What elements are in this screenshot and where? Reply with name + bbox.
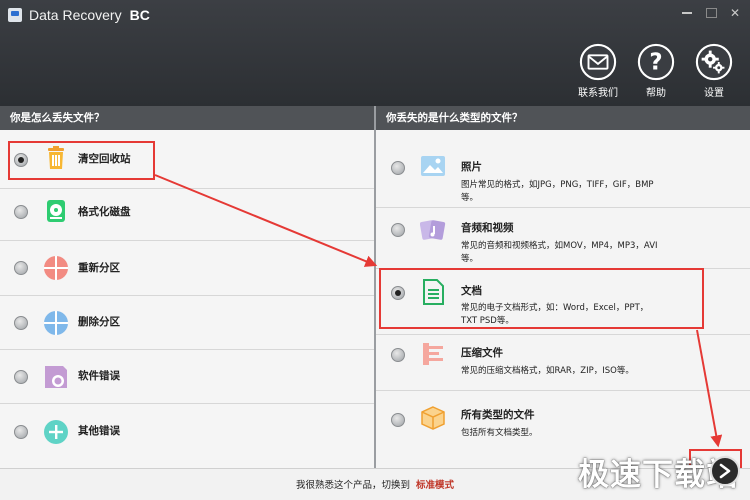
- option-description: 常见的音频和视频格式，如MOV，MP4，MP3，AVI 等。: [461, 241, 658, 264]
- separator: [0, 349, 374, 350]
- option-label: 照片: [461, 161, 482, 173]
- separator: [376, 390, 750, 391]
- app-title: Data Recovery: [29, 7, 122, 23]
- contact-us-button[interactable]: 联系我们: [576, 43, 620, 99]
- separator: [0, 240, 374, 241]
- settings-label: 设置: [704, 88, 724, 99]
- option-label: 格式化磁盘: [78, 206, 131, 218]
- radio-photo[interactable]: [391, 161, 405, 175]
- title-bar: Data Recovery BC: [8, 5, 150, 25]
- option-description: 图片常见的格式，如JPG，PNG，TIFF，GIF，BMP 等。: [461, 180, 654, 203]
- radio-audio-video[interactable]: [391, 223, 405, 237]
- right-section-header: 你丢失的是什么类型的文件？: [376, 106, 750, 130]
- option-description: 常见的压缩文档格式，如RAR，ZIP，ISO等。: [461, 366, 634, 376]
- maximize-icon: [705, 8, 717, 18]
- option-label: 所有类型的文件: [461, 409, 535, 421]
- left-section-header: 你是怎么丢失文件？: [0, 106, 374, 130]
- close-icon: ✕: [729, 6, 741, 20]
- delete-partition-icon: [44, 311, 68, 335]
- archive-icon: [423, 343, 443, 365]
- separator: [0, 295, 374, 296]
- radio-archive[interactable]: [391, 348, 405, 362]
- settings-button[interactable]: 设置: [692, 43, 736, 99]
- option-label: 压缩文件: [461, 347, 503, 359]
- separator: [376, 334, 750, 335]
- footer-text: 我很熟悉这个产品，切换到: [295, 480, 410, 491]
- standard-mode-link[interactable]: 标准模式: [416, 480, 454, 491]
- minimize-button[interactable]: [680, 7, 694, 19]
- window-controls: ✕: [680, 6, 742, 20]
- next-button[interactable]: [710, 456, 740, 486]
- maximize-button[interactable]: [704, 7, 718, 19]
- gear-icon: [695, 43, 733, 81]
- highlight-box: [8, 141, 155, 180]
- option-label: 音频和视频: [461, 222, 514, 234]
- radio-other-error[interactable]: [14, 425, 28, 439]
- separator: [0, 188, 374, 189]
- svg-text:?: ?: [649, 50, 662, 76]
- highlight-box: [379, 268, 704, 329]
- radio-all-types[interactable]: [391, 413, 405, 427]
- radio-format-disk[interactable]: [14, 205, 28, 219]
- help-label: 帮助: [646, 88, 666, 99]
- app-header: Data Recovery BC ✕ 联系我们 ? 帮助 设置: [0, 0, 750, 106]
- separator: [0, 403, 374, 404]
- option-description: 包括所有文档类型。: [461, 428, 538, 438]
- loss-reason-panel: [0, 130, 374, 468]
- option-label: 软件错误: [78, 370, 120, 382]
- minimize-icon: [682, 12, 692, 14]
- other-error-icon: [44, 420, 68, 444]
- radio-delete-partition[interactable]: [14, 316, 28, 330]
- contact-us-label: 联系我们: [578, 88, 618, 99]
- option-label: 删除分区: [78, 316, 120, 328]
- disk-format-icon: [47, 200, 65, 222]
- help-button[interactable]: ? 帮助: [634, 43, 678, 99]
- app-edition: BC: [129, 7, 150, 23]
- toolbar: 联系我们 ? 帮助 设置: [576, 43, 736, 99]
- repartition-icon: [44, 256, 68, 280]
- audio-video-icon: [420, 220, 446, 240]
- envelope-icon: [579, 43, 617, 81]
- option-label: 其他错误: [78, 425, 120, 437]
- arrow-right-icon: [719, 463, 731, 479]
- app-logo-icon: [8, 8, 22, 22]
- help-icon: ?: [637, 43, 675, 81]
- close-button[interactable]: ✕: [728, 6, 742, 20]
- option-label: 重新分区: [78, 262, 120, 274]
- box-icon: [421, 406, 445, 430]
- separator: [376, 207, 750, 208]
- photo-icon: [421, 156, 445, 176]
- radio-repartition[interactable]: [14, 261, 28, 275]
- radio-software-error[interactable]: [14, 370, 28, 384]
- software-error-icon: [45, 366, 67, 388]
